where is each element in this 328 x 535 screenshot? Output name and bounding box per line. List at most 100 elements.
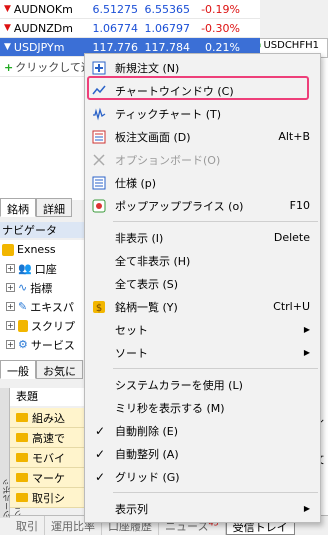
menu-item-label: ミリ秒を表示する (M) bbox=[115, 401, 225, 415]
toolbox-header[interactable]: 表題 bbox=[10, 388, 90, 406]
chart-tab-label: USDCHFH1 bbox=[263, 40, 319, 51]
menu-item-columns[interactable]: 表示列 ▶ bbox=[85, 497, 320, 520]
chart-tab[interactable]: ▬ USDCHFH1 bbox=[252, 40, 319, 51]
menu-item-label: セット bbox=[115, 323, 148, 337]
menu-item-system-colors[interactable]: システムカラーを使用 (L) bbox=[85, 373, 320, 396]
tab-details[interactable]: 詳細 bbox=[36, 198, 72, 217]
column-header-subject: 表題 bbox=[16, 390, 38, 403]
menu-item-shortcut: Alt+B bbox=[278, 130, 310, 143]
menu-item-label: 全て表示 (S) bbox=[115, 277, 179, 291]
table-row[interactable]: ▼ AUDNZDm 1.06774 1.06797 -0.30% bbox=[0, 19, 260, 38]
nav-item-experts[interactable]: + ✎ エキスパ bbox=[0, 297, 90, 316]
plus-icon: + bbox=[4, 60, 14, 74]
nav-item-scripts[interactable]: + スクリプ bbox=[0, 316, 90, 335]
symbol-cell: AUDNZDm bbox=[13, 21, 73, 35]
toolbox-side-handle[interactable]: ツールボックス bbox=[0, 388, 22, 518]
market-watch-tabs: 銘柄 詳細 bbox=[0, 198, 72, 218]
svg-text:$: $ bbox=[95, 303, 101, 314]
menu-separator bbox=[113, 221, 318, 222]
menu-item-label: 新規注文 (N) bbox=[115, 61, 180, 75]
menu-item-label: 板注文画面 (D) bbox=[115, 130, 191, 144]
menu-item-depth-of-market[interactable]: 板注文画面 (D) Alt+B bbox=[85, 125, 320, 148]
nav-item-accounts[interactable]: + 👥 口座 bbox=[0, 259, 90, 278]
table-row[interactable]: ▼ AUDNOKm 6.51275 6.55365 -0.19% bbox=[0, 0, 260, 19]
message-subject: 取引シ bbox=[32, 491, 65, 505]
menu-item-symbols[interactable]: $ 銘柄一覧 (Y) Ctrl+U bbox=[85, 295, 320, 318]
menu-item-label: 自動整列 (A) bbox=[115, 447, 179, 461]
menu-item-label: 銘柄一覧 (Y) bbox=[115, 300, 178, 314]
context-menu: 新規注文 (N) チャートウインドウ (C) ティックチャート (T) 板注文画… bbox=[84, 53, 321, 523]
menu-item-sets[interactable]: セット ▶ bbox=[85, 318, 320, 341]
list-item[interactable]: 組み込 bbox=[10, 408, 90, 428]
menu-item-label: 表示列 bbox=[115, 502, 148, 516]
tab-symbols[interactable]: 銘柄 bbox=[0, 198, 36, 217]
tab-trade[interactable]: 取引 bbox=[10, 516, 45, 535]
envelope-icon bbox=[16, 453, 28, 462]
menu-item-label: ティックチャート (T) bbox=[115, 107, 222, 121]
menu-item-chart-window[interactable]: チャートウインドウ (C) bbox=[85, 79, 320, 102]
expand-icon[interactable]: + bbox=[6, 340, 15, 349]
submenu-arrow-icon: ▶ bbox=[303, 504, 310, 513]
tab-label: 取引 bbox=[16, 520, 38, 533]
indicators-icon: ∿ bbox=[18, 281, 28, 294]
message-subject: マーケ bbox=[32, 471, 65, 485]
menu-item-label: 仕様 (p) bbox=[115, 176, 157, 190]
menu-item-hide[interactable]: 非表示 (I) Delete bbox=[85, 226, 320, 249]
menu-item-grid[interactable]: ✓ グリッド (G) bbox=[85, 465, 320, 488]
menu-item-sort[interactable]: ソート ▶ bbox=[85, 341, 320, 364]
menu-item-auto-remove[interactable]: ✓ 自動削除 (E) bbox=[85, 419, 320, 442]
menu-item-label: オプションボード(O) bbox=[115, 153, 221, 167]
menu-item-new-order[interactable]: 新規注文 (N) bbox=[85, 56, 320, 79]
menu-item-label: 全て非表示 (H) bbox=[115, 254, 191, 268]
change-cell: -0.30% bbox=[201, 21, 240, 35]
nav-item-services[interactable]: + ⚙ サービス bbox=[0, 335, 90, 354]
expand-icon[interactable]: + bbox=[6, 302, 15, 311]
nav-item-label: 口座 bbox=[34, 262, 57, 276]
tab-favorites[interactable]: お気に bbox=[36, 360, 83, 379]
arrow-down-icon: ▼ bbox=[4, 4, 11, 14]
accounts-icon: 👥 bbox=[18, 262, 32, 275]
market-watch-empty-area bbox=[0, 60, 90, 200]
nav-item-exness[interactable]: Exness bbox=[0, 240, 90, 259]
submenu-arrow-icon: ▶ bbox=[303, 325, 310, 334]
option-board-icon bbox=[91, 152, 106, 167]
message-subject: モバイ bbox=[32, 451, 65, 465]
services-icon: ⚙ bbox=[18, 338, 28, 351]
list-item[interactable]: モバイ bbox=[10, 448, 90, 468]
menu-item-label: システムカラーを使用 (L) bbox=[115, 378, 243, 392]
scripts-icon bbox=[18, 319, 28, 332]
menu-item-popup-prices[interactable]: ポップアッププライス (o) F10 bbox=[85, 194, 320, 217]
ask-cell: 1.06797 bbox=[144, 21, 191, 35]
menu-item-specification[interactable]: 仕様 (p) bbox=[85, 171, 320, 194]
nav-item-indicators[interactable]: + ∿ 指標 bbox=[0, 278, 90, 297]
menu-item-shortcut: F10 bbox=[289, 199, 310, 212]
broker-icon bbox=[2, 243, 14, 256]
expand-icon[interactable]: + bbox=[6, 264, 15, 273]
nav-item-label: エキスパ bbox=[30, 300, 74, 314]
menu-item-label: ソート bbox=[115, 346, 148, 360]
menu-separator bbox=[113, 492, 318, 493]
add-symbol-label: クリックして追 bbox=[15, 60, 92, 74]
tab-common[interactable]: 一般 bbox=[0, 360, 36, 379]
menu-item-auto-arrange[interactable]: ✓ 自動整列 (A) bbox=[85, 442, 320, 465]
expand-icon[interactable]: + bbox=[6, 321, 15, 330]
navigator-tabs: 一般 お気に bbox=[0, 360, 83, 380]
new-order-icon bbox=[91, 60, 106, 75]
menu-item-show-milliseconds[interactable]: ミリ秒を表示する (M) bbox=[85, 396, 320, 419]
navigator-title-label: ナビゲータ bbox=[2, 224, 57, 237]
menu-item-tick-chart[interactable]: ティックチャート (T) bbox=[85, 102, 320, 125]
nav-item-label: スクリプ bbox=[31, 319, 75, 333]
menu-separator bbox=[113, 368, 318, 369]
list-item[interactable]: 取引シ bbox=[10, 488, 90, 508]
navigator-title: ナビゲータ bbox=[0, 222, 90, 238]
navigator-tree: Exness + 👥 口座 + ∿ 指標 + ✎ エキスパ + スクリプ + ⚙… bbox=[0, 240, 90, 360]
list-item[interactable]: マーケ bbox=[10, 468, 90, 488]
specification-icon bbox=[91, 175, 106, 190]
menu-item-hide-all[interactable]: 全て非表示 (H) bbox=[85, 249, 320, 272]
symbols-icon: $ bbox=[91, 299, 106, 314]
depth-of-market-icon bbox=[91, 129, 106, 144]
expand-icon[interactable]: + bbox=[6, 283, 15, 292]
menu-item-show-all[interactable]: 全て表示 (S) bbox=[85, 272, 320, 295]
ask-cell: 6.55365 bbox=[144, 2, 191, 16]
list-item[interactable]: 高速で bbox=[10, 428, 90, 448]
